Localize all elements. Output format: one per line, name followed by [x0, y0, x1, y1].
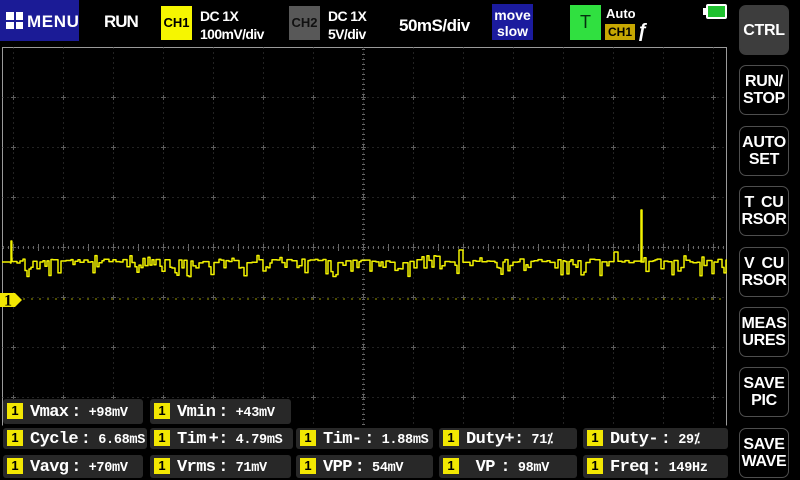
svg-text:1: 1: [4, 293, 12, 310]
